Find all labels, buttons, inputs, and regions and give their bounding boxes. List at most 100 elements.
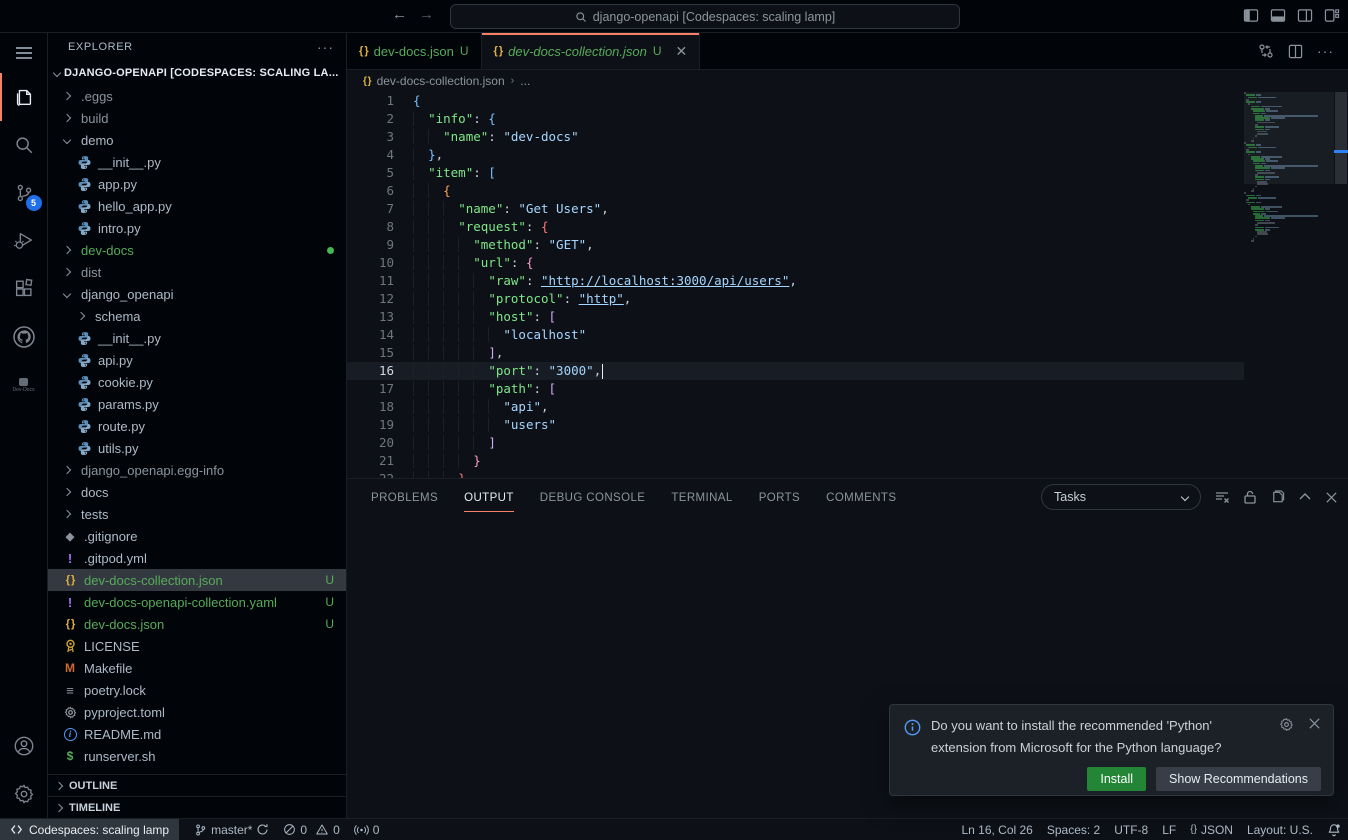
panel-tab-terminal[interactable]: TERMINAL xyxy=(671,483,732,512)
code-line-12[interactable]: 12 "protocol": "http", xyxy=(347,290,1244,308)
maximize-panel-icon[interactable] xyxy=(1298,490,1312,504)
encoding-indicator[interactable]: UTF-8 xyxy=(1107,819,1155,840)
menu-hamburger-icon[interactable] xyxy=(0,33,48,73)
tree-file-dev-docs-collection.json[interactable]: { }dev-docs-collection.jsonU xyxy=(48,569,346,591)
panel-tab-problems[interactable]: PROBLEMS xyxy=(371,483,438,512)
keyboard-layout-indicator[interactable]: Layout: U.S. xyxy=(1240,819,1320,840)
scrollbar-thumb[interactable] xyxy=(1335,92,1347,184)
code-line-2[interactable]: 2 "info": { xyxy=(347,110,1244,128)
tree-file-pyproject.toml[interactable]: pyproject.toml xyxy=(48,701,346,723)
toggle-secondary-sidebar-icon[interactable] xyxy=(1297,8,1313,23)
tree-folder-docs[interactable]: docs xyxy=(48,481,346,503)
tree-file-route.py[interactable]: route.py xyxy=(48,415,346,437)
notification-settings-gear-icon[interactable] xyxy=(1279,717,1294,732)
code-line-5[interactable]: 5 "item": [ xyxy=(347,164,1244,182)
tree-file-app.py[interactable]: app.py xyxy=(48,173,346,195)
sidebar-item-dev-docs[interactable]: Dev-Docs xyxy=(0,361,48,409)
tree-file-Makefile[interactable]: MMakefile xyxy=(48,657,346,679)
code-line-4[interactable]: 4 }, xyxy=(347,146,1244,164)
split-editor-icon[interactable] xyxy=(1288,44,1303,59)
timeline-section[interactable]: TIMELINE xyxy=(48,796,346,818)
tree-file-cookie.py[interactable]: cookie.py xyxy=(48,371,346,393)
code-line-16[interactable]: 16 "port": "3000", xyxy=(347,362,1244,380)
code-line-6[interactable]: 6 { xyxy=(347,182,1244,200)
show-recommendations-button[interactable]: Show Recommendations xyxy=(1156,767,1321,791)
tree-folder-dev-docs[interactable]: dev-docs xyxy=(48,239,346,261)
sidebar-item-extensions[interactable] xyxy=(0,265,48,313)
code-line-17[interactable]: 17 "path": [ xyxy=(347,380,1244,398)
tree-file-dev-docs.json[interactable]: { }dev-docs.jsonU xyxy=(48,613,346,635)
code-line-20[interactable]: 20 ] xyxy=(347,434,1244,452)
eol-indicator[interactable]: LF xyxy=(1155,819,1183,840)
minimap[interactable] xyxy=(1244,92,1334,243)
tab-close-icon[interactable]: ✕ xyxy=(676,43,688,60)
close-panel-icon[interactable] xyxy=(1325,491,1338,504)
nav-back-icon[interactable]: ← xyxy=(392,6,407,23)
tree-folder-.eggs[interactable]: .eggs xyxy=(48,85,346,107)
code-line-14[interactable]: 14 "localhost" xyxy=(347,326,1244,344)
editor-tab-dev-docs-collection.json[interactable]: { }dev-docs-collection.jsonU✕ xyxy=(482,33,701,69)
editor-tab-dev-docs.json[interactable]: { }dev-docs.jsonU xyxy=(347,33,482,69)
sidebar-item-search[interactable] xyxy=(0,121,48,169)
code-line-1[interactable]: 1{ xyxy=(347,92,1244,110)
toggle-sidebar-icon[interactable] xyxy=(1243,8,1259,23)
code-line-22[interactable]: 22 }, xyxy=(347,470,1244,478)
toggle-panel-icon[interactable] xyxy=(1270,8,1286,23)
tree-folder-django_openapi[interactable]: django_openapi xyxy=(48,283,346,305)
tree-folder-build[interactable]: build xyxy=(48,107,346,129)
panel-tab-output[interactable]: OUTPUT xyxy=(464,483,514,512)
code-editor[interactable]: 1{2 "info": {3 "name": "dev-docs"4 },5 "… xyxy=(347,92,1348,478)
tree-file-dev-docs-openapi-collection.yaml[interactable]: !dev-docs-openapi-collection.yamlU xyxy=(48,591,346,613)
tree-file-__init__.py[interactable]: __init__.py xyxy=(48,151,346,173)
panel-tab-ports[interactable]: PORTS xyxy=(759,483,800,512)
problems-indicator[interactable]: 0 0 xyxy=(276,819,346,840)
clear-output-icon[interactable] xyxy=(1214,489,1230,505)
editor-scrollbar[interactable] xyxy=(1334,92,1348,478)
tree-file-.gitignore[interactable]: ◆.gitignore xyxy=(48,525,346,547)
language-mode-indicator[interactable]: {} JSON xyxy=(1183,819,1240,840)
nav-forward-icon[interactable]: → xyxy=(419,6,434,23)
tree-folder-schema[interactable]: schema xyxy=(48,305,346,327)
panel-tab-comments[interactable]: COMMENTS xyxy=(826,483,896,512)
outline-section[interactable]: OUTLINE xyxy=(48,774,346,796)
tree-file-LICENSE[interactable]: LICENSE xyxy=(48,635,346,657)
code-line-9[interactable]: 9 "method": "GET", xyxy=(347,236,1244,254)
compare-changes-icon[interactable] xyxy=(1258,43,1274,59)
indentation-indicator[interactable]: Spaces: 2 xyxy=(1040,819,1107,840)
code-line-18[interactable]: 18 "api", xyxy=(347,398,1244,416)
notifications-bell[interactable] xyxy=(1320,819,1348,840)
customize-layout-icon[interactable] xyxy=(1324,8,1340,23)
code-line-15[interactable]: 15 ], xyxy=(347,344,1244,362)
lock-autoscroll-icon[interactable] xyxy=(1243,489,1257,505)
open-output-in-editor-icon[interactable] xyxy=(1270,489,1285,505)
tree-file-runserver.sh[interactable]: $runserver.sh xyxy=(48,745,346,767)
tree-file-api.py[interactable]: api.py xyxy=(48,349,346,371)
tree-file-hello_app.py[interactable]: hello_app.py xyxy=(48,195,346,217)
sidebar-item-source-control[interactable]: 5 xyxy=(0,169,48,217)
panel-tab-debug-console[interactable]: DEBUG CONSOLE xyxy=(540,483,646,512)
tree-file-README.md[interactable]: iREADME.md xyxy=(48,723,346,745)
code-line-7[interactable]: 7 "name": "Get Users", xyxy=(347,200,1244,218)
breadcrumb[interactable]: { } dev-docs-collection.json › ... xyxy=(347,70,1348,92)
tree-folder-dist[interactable]: dist xyxy=(48,261,346,283)
tree-file-__init__.py[interactable]: __init__.py xyxy=(48,327,346,349)
tree-file-poetry.lock[interactable]: ≡poetry.lock xyxy=(48,679,346,701)
tree-file-utils.py[interactable]: utils.py xyxy=(48,437,346,459)
ports-indicator[interactable]: 0 xyxy=(347,819,387,840)
tree-folder-tests[interactable]: tests xyxy=(48,503,346,525)
tree-file-.gitpod.yml[interactable]: !.gitpod.yml xyxy=(48,547,346,569)
tree-file-intro.py[interactable]: intro.py xyxy=(48,217,346,239)
tree-folder-demo[interactable]: demo xyxy=(48,129,346,151)
explorer-more-actions[interactable]: ··· xyxy=(317,39,334,55)
sidebar-item-run-debug[interactable] xyxy=(0,217,48,265)
tree-folder-django_openapi.egg-info[interactable]: django_openapi.egg-info xyxy=(48,459,346,481)
remote-indicator[interactable]: Codespaces: scaling lamp xyxy=(0,819,179,840)
code-line-10[interactable]: 10 "url": { xyxy=(347,254,1244,272)
sidebar-item-github[interactable] xyxy=(0,313,48,361)
notification-close-icon[interactable] xyxy=(1308,717,1321,730)
code-line-11[interactable]: 11 "raw": "http://localhost:3000/api/use… xyxy=(347,272,1244,290)
code-line-8[interactable]: 8 "request": { xyxy=(347,218,1244,236)
output-channel-select[interactable]: Tasks xyxy=(1041,484,1201,510)
sidebar-item-explorer[interactable] xyxy=(0,73,48,121)
tree-file-params.py[interactable]: params.py xyxy=(48,393,346,415)
